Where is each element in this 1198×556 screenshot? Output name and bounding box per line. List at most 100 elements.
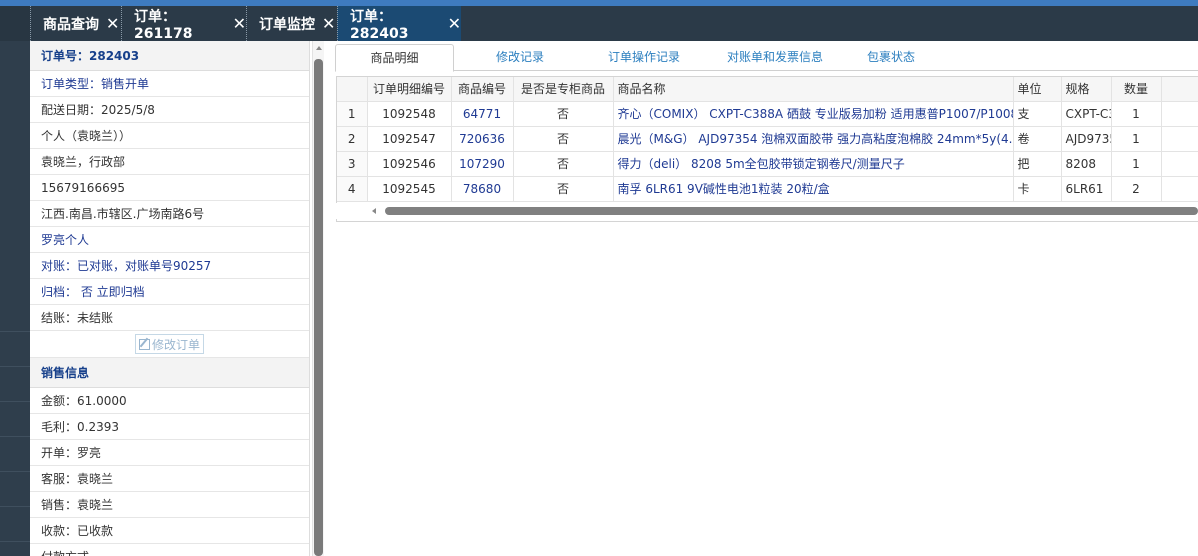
tab-label: 订单：261178 [134, 8, 193, 42]
left-nav-strip [0, 41, 30, 556]
tab-product-details[interactable]: 商品明细 [335, 44, 454, 72]
main-content: 商品明细 修改记录 订单操作记录 对账单和发票信息 包裹状态 订单明细编号 商品… [335, 41, 1198, 556]
unit: 卷 [1013, 126, 1062, 152]
edit-order-button[interactable]: 修改订单 [134, 334, 204, 354]
contact-person: 袁晓兰，行政部 [30, 149, 309, 175]
col-product-name[interactable]: 商品名称 [613, 77, 1014, 102]
product-grid: 订单明细编号 商品编号 是否是专柜商品 商品名称 单位 规格 数量 1 1092… [336, 76, 1198, 222]
salesperson-link[interactable]: 罗亮个人 [30, 227, 309, 253]
tab-label: 商品查询 [43, 16, 99, 33]
reconcile-status[interactable]: 对账：已对账，对账单号90257 [30, 253, 309, 279]
order-type: 订单类型：销售开单 [30, 71, 309, 97]
detail-id: 1092546 [367, 151, 452, 177]
unit: 把 [1013, 151, 1062, 177]
settlement-status: 结账：未结账 [30, 305, 309, 331]
detail-id: 1092545 [367, 176, 452, 202]
row-index: 1 [337, 101, 368, 127]
product-id[interactable]: 64771 [451, 101, 514, 127]
col-counter-product[interactable]: 是否是专柜商品 [513, 77, 614, 102]
row-index: 2 [337, 126, 368, 152]
product-table: 订单明细编号 商品编号 是否是专柜商品 商品名称 单位 规格 数量 1 1092… [337, 77, 1198, 202]
spec: AJD97354 [1061, 126, 1112, 152]
nav-separator [0, 541, 30, 542]
detail-id: 1092548 [367, 101, 452, 127]
col-index [337, 77, 368, 102]
filler-cell [1161, 151, 1198, 177]
table-row[interactable]: 2 1092547 720636 否 晨光（M&G） AJD97354 泡棉双面… [337, 126, 1198, 152]
nav-separator [0, 366, 30, 367]
tab-order-261178[interactable]: 订单：261178 ✕ [121, 6, 246, 42]
panel-scrollbar[interactable] [312, 41, 324, 556]
sales-person: 销售：袁晓兰 [30, 492, 309, 518]
product-id[interactable]: 78680 [451, 176, 514, 202]
unit: 支 [1013, 101, 1062, 127]
col-product-id[interactable]: 商品编号 [451, 77, 514, 102]
order-info-panel: 订单号：282403 订单类型：销售开单 配送日期：2025/5/8 个人（袁晓… [30, 41, 310, 556]
scroll-left-arrow-icon[interactable] [372, 208, 376, 214]
product-name[interactable]: 南孚 6LR61 9V碱性电池1粒装 20粒/盒 [613, 176, 1014, 202]
unit: 卡 [1013, 176, 1062, 202]
nav-separator [0, 506, 30, 507]
quantity: 1 [1111, 101, 1162, 127]
nav-separator [0, 401, 30, 402]
tab-bar-lead [0, 6, 30, 41]
customer-service: 客服：袁晓兰 [30, 466, 309, 492]
counter-product: 否 [513, 176, 614, 202]
quantity: 1 [1111, 151, 1162, 177]
close-icon[interactable]: ✕ [322, 14, 335, 33]
table-row[interactable]: 1 1092548 64771 否 齐心（COMIX） CXPT-C388A 硒… [337, 101, 1198, 127]
counter-product: 否 [513, 101, 614, 127]
row-index: 4 [337, 176, 368, 202]
product-name[interactable]: 齐心（COMIX） CXPT-C388A 硒鼓 专业版易加粉 适用惠普P1007… [613, 101, 1014, 127]
tab-label: 订单：282403 [350, 8, 409, 42]
scroll-up-arrow-icon[interactable] [316, 46, 322, 50]
horizontal-scrollbar-thumb[interactable] [385, 207, 1198, 215]
tab-product-query[interactable]: 商品查询 ✕ [30, 6, 121, 41]
nav-separator [0, 331, 30, 332]
spec: CXPT-C388A [1061, 101, 1112, 127]
table-horizontal-scrollbar[interactable] [336, 203, 1198, 219]
tab-operation-log[interactable]: 订单操作记录 [585, 44, 703, 71]
customer-name: 个人（袁晓兰）） [30, 123, 309, 149]
edit-order-label: 修改订单 [151, 337, 200, 352]
spec: 6LR61 [1061, 176, 1112, 202]
close-icon[interactable]: ✕ [448, 14, 461, 33]
nav-separator [0, 471, 30, 472]
table-header-row: 订单明细编号 商品编号 是否是专柜商品 商品名称 单位 规格 数量 [337, 77, 1198, 102]
tab-bar: 商品查询 ✕ 订单：261178 ✕ 订单监控 ✕ 订单：282403 ✕ [0, 6, 1198, 42]
col-unit[interactable]: 单位 [1013, 77, 1062, 102]
quantity: 1 [1111, 126, 1162, 152]
col-quantity[interactable]: 数量 [1111, 77, 1162, 102]
tab-package-status[interactable]: 包裹状态 [850, 44, 932, 71]
quantity: 2 [1111, 176, 1162, 202]
scrollbar-thumb[interactable] [314, 59, 323, 556]
tab-statement-invoice[interactable]: 对账单和发票信息 [705, 44, 845, 71]
order-number-header: 订单号：282403 [30, 41, 309, 71]
table-row[interactable]: 3 1092546 107290 否 得力（deli） 8208 5m全包胶带锁… [337, 151, 1198, 177]
close-icon[interactable]: ✕ [106, 14, 119, 33]
table-row[interactable]: 4 1092545 78680 否 南孚 6LR61 9V碱性电池1粒装 20粒… [337, 176, 1198, 202]
close-icon[interactable]: ✕ [233, 14, 246, 33]
tab-label: 订单监控 [259, 16, 315, 33]
edit-button-row: 修改订单 [30, 331, 309, 358]
product-name[interactable]: 晨光（M&G） AJD97354 泡棉双面胶带 强力高粘度泡棉胶 24mm*5y… [613, 126, 1014, 152]
sales-amount: 金额：61.0000 [30, 388, 309, 414]
counter-product: 否 [513, 126, 614, 152]
delivery-address: 江西.南昌.市辖区.广场南路6号 [30, 201, 309, 227]
col-spec[interactable]: 规格 [1061, 77, 1112, 102]
counter-product: 否 [513, 151, 614, 177]
tab-order-monitor[interactable]: 订单监控 ✕ [246, 6, 337, 41]
col-detail-id[interactable]: 订单明细编号 [367, 77, 452, 102]
product-name[interactable]: 得力（deli） 8208 5m全包胶带锁定钢卷尺/测量尺子 [613, 151, 1014, 177]
spec: 8208 [1061, 151, 1112, 177]
tab-change-log[interactable]: 修改记录 [465, 44, 575, 71]
filler-cell [1161, 101, 1198, 127]
tab-order-282403[interactable]: 订单：282403 ✕ [337, 6, 461, 42]
sales-info-header: 销售信息 [30, 358, 309, 388]
filler-cell [1161, 176, 1198, 202]
product-id[interactable]: 720636 [451, 126, 514, 152]
product-id[interactable]: 107290 [451, 151, 514, 177]
delivery-date: 配送日期：2025/5/8 [30, 97, 309, 123]
archive-status[interactable]: 归档： 否 立即归档 [30, 279, 309, 305]
col-filler [1161, 77, 1198, 102]
